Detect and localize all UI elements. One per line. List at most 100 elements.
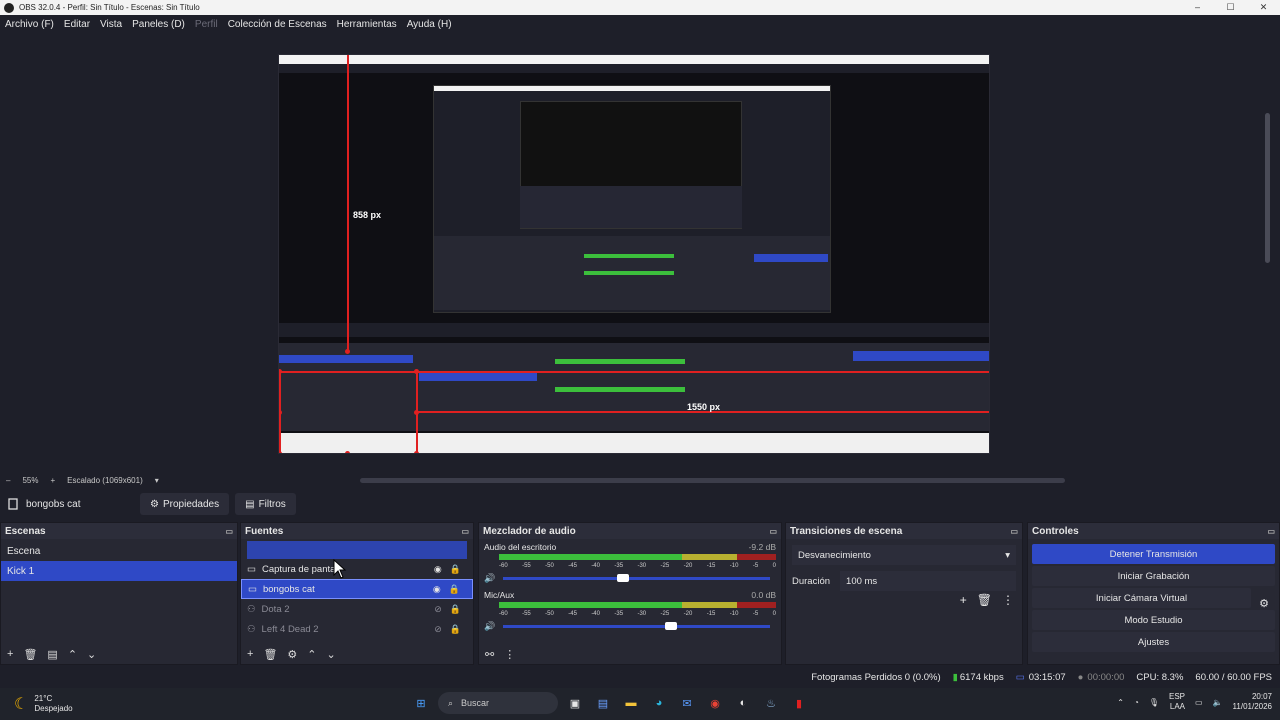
menu-item[interactable]: Herramientas	[337, 19, 397, 30]
resize-handle-top[interactable]	[345, 349, 350, 354]
resize-handle-bottom-right[interactable]	[414, 451, 419, 453]
language-indicator[interactable]: ESP LAA	[1169, 692, 1185, 713]
source-item[interactable]: ▭ bongobs cat ◉ 🔒	[241, 579, 473, 599]
undock-icon[interactable]: ▭	[1010, 527, 1018, 536]
eye-icon[interactable]: ◉	[434, 564, 442, 575]
selected-source: bongobs cat	[0, 498, 140, 510]
filters-button[interactable]: ▤ Filtros	[235, 493, 296, 515]
clock-date: 11/01/2026	[1232, 702, 1272, 712]
add-icon[interactable]: +	[7, 648, 13, 660]
taskbar-search[interactable]: ⌕ Buscar	[438, 692, 558, 714]
zoom-out-button[interactable]: –	[6, 476, 10, 485]
volume-icon[interactable]: 🔈	[1213, 698, 1223, 707]
volume-slider[interactable]	[503, 622, 770, 630]
transition-selected: Desvanecimiento	[798, 549, 871, 561]
add-icon[interactable]: +	[247, 648, 253, 660]
virtual-camera-settings-icon[interactable]: ⚙	[1259, 597, 1269, 610]
mail-icon[interactable]: ✉	[676, 692, 698, 714]
gear-icon[interactable]: ⚙	[287, 648, 297, 661]
menu-item[interactable]: Vista	[100, 19, 122, 30]
move-down-icon[interactable]: ⌄	[87, 648, 96, 661]
display-icon[interactable]: ▭	[1195, 698, 1203, 707]
resize-handle-right[interactable]	[414, 410, 419, 415]
trash-icon[interactable]: 🗑	[977, 593, 992, 607]
mixer-channel: Mic/Aux 0.0 dB -60 -55 -50 -45 -40 -35 -30 -25 -20…	[479, 587, 781, 635]
source-item[interactable]: ⚇ Dota 2 ⊘ 🔒	[241, 599, 473, 619]
app-icon[interactable]: ▮	[788, 692, 810, 714]
properties-button[interactable]: ⚙ Propiedades	[140, 493, 230, 515]
control-label: Iniciar Cámara Virtual	[1095, 592, 1188, 604]
undock-icon[interactable]: ▭	[225, 527, 233, 536]
source-item[interactable]: ▭Captura de pantalla◉🔒	[241, 559, 473, 579]
clock[interactable]: 20:07 11/01/2026	[1233, 692, 1272, 713]
filter-icon[interactable]: ▤	[47, 648, 57, 661]
undock-icon[interactable]: ▭	[769, 527, 777, 536]
more-icon[interactable]: ⋮	[1002, 593, 1014, 607]
preview-canvas[interactable]: 858 px 1550 px	[278, 54, 990, 454]
source-item[interactable]: ⚇ Left 4 Dead 2 ⊘ 🔒	[241, 619, 473, 639]
move-down-icon[interactable]: ⌄	[327, 648, 336, 661]
control-button[interactable]: Iniciar Cámara Virtual	[1032, 588, 1251, 608]
resize-handle-top-right[interactable]	[414, 369, 419, 374]
obs-icon[interactable]: ◐	[732, 692, 754, 714]
eye-hidden-icon[interactable]: ⊘	[434, 604, 442, 615]
lock-icon[interactable]: 🔒	[449, 584, 460, 595]
store-icon[interactable]: ▤	[592, 692, 614, 714]
scale-dropdown[interactable]: ▾	[155, 476, 159, 485]
volume-slider[interactable]	[503, 574, 770, 582]
preview-vertical-scrollbar[interactable]	[1265, 113, 1270, 263]
link-icon[interactable]: ⚯	[485, 648, 494, 661]
transition-select[interactable]: Desvanecimiento ▾	[792, 545, 1016, 565]
menu-item[interactable]: Editar	[64, 19, 90, 30]
undock-icon[interactable]: ▭	[1267, 527, 1275, 536]
lock-icon[interactable]: 🔒	[450, 624, 461, 635]
language-code: ESP	[1169, 692, 1186, 701]
speaker-icon[interactable]: 🔊	[484, 573, 495, 584]
volume-knob[interactable]	[617, 574, 630, 582]
control-button[interactable]: Modo Estudio	[1032, 610, 1275, 630]
zoom-in-button[interactable]: +	[50, 476, 55, 485]
lock-icon[interactable]: 🔒	[450, 604, 461, 615]
control-button[interactable]: Ajustes	[1032, 632, 1275, 652]
windows-start-icon[interactable]: ⊞	[410, 692, 432, 714]
duration-label: Duración	[792, 575, 831, 587]
undock-icon[interactable]: ▭	[461, 527, 469, 536]
control-button[interactable]: Detener Transmisión	[1032, 544, 1275, 564]
maximize-button[interactable]: ☐	[1214, 2, 1247, 13]
menu-item[interactable]: Perfil	[195, 19, 218, 30]
chevron-up-icon[interactable]: ⌃	[1117, 698, 1124, 707]
trash-icon[interactable]: 🗑	[263, 648, 277, 661]
scene-item[interactable]: Kick 1	[1, 561, 237, 581]
scene-item[interactable]: Escena	[1, 541, 237, 561]
resize-handle-bottom-left[interactable]	[279, 451, 282, 453]
move-up-icon[interactable]: ⌃	[307, 648, 316, 661]
weather-widget[interactable]: ☾ 21°C Despejado	[0, 694, 180, 714]
menu-item[interactable]: Colección de Escenas	[228, 19, 327, 30]
steam-icon[interactable]: ♨	[760, 692, 782, 714]
close-button[interactable]: ✕	[1247, 2, 1280, 13]
network-icon[interactable]: ◔	[1134, 698, 1139, 707]
eye-icon[interactable]: ◉	[433, 584, 441, 595]
task-view-icon[interactable]: ▣	[564, 692, 586, 714]
preview-horizontal-scrollbar[interactable]	[360, 478, 1065, 483]
mic-icon[interactable]: 🎙	[1149, 698, 1159, 707]
add-icon[interactable]: +	[960, 593, 967, 607]
preview-area[interactable]: 858 px 1550 px	[0, 33, 1272, 473]
volume-knob[interactable]	[665, 622, 678, 630]
speaker-icon[interactable]: 🔊	[484, 621, 495, 632]
control-button[interactable]: Iniciar Grabación	[1032, 566, 1275, 586]
menu-item[interactable]: Paneles (D)	[132, 19, 185, 30]
lock-icon[interactable]: 🔒	[450, 564, 461, 575]
duration-input[interactable]: 100 ms	[840, 571, 1016, 591]
move-up-icon[interactable]: ⌃	[68, 648, 77, 661]
eye-hidden-icon[interactable]: ⊘	[434, 624, 442, 635]
folder-icon[interactable]: ▬	[620, 692, 642, 714]
chrome-icon[interactable]: ◉	[704, 692, 726, 714]
edge-icon[interactable]: ◕	[648, 692, 670, 714]
minimize-button[interactable]: –	[1181, 2, 1214, 13]
more-icon[interactable]: ⋮	[504, 648, 515, 661]
menu-item[interactable]: Ayuda (H)	[407, 19, 452, 30]
resize-handle-bottom[interactable]	[345, 451, 350, 453]
trash-icon[interactable]: 🗑	[23, 648, 37, 661]
menu-item[interactable]: Archivo (F)	[5, 19, 54, 30]
